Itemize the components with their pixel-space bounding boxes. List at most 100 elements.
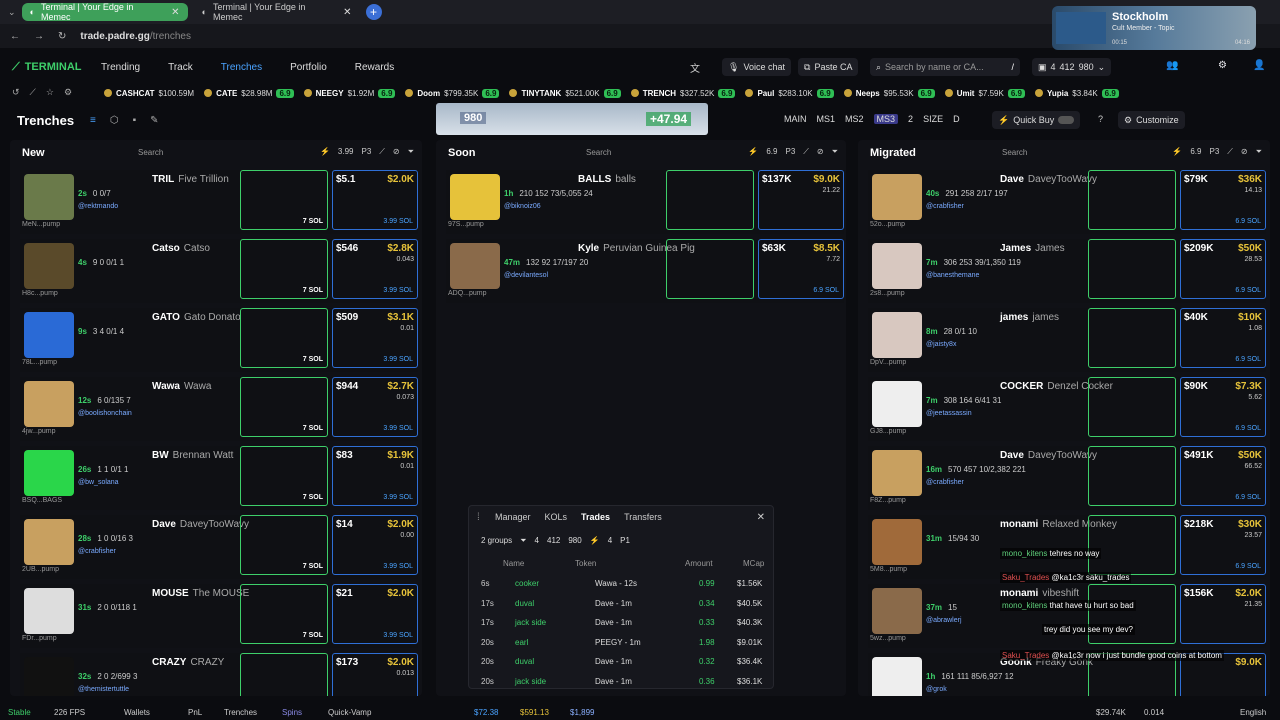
token-avatar[interactable] xyxy=(24,381,74,427)
token-avatar[interactable] xyxy=(872,312,922,358)
token-name[interactable]: Dave DaveyTooWavy xyxy=(1000,174,1097,185)
column-search-input[interactable]: Search xyxy=(138,148,163,157)
tab-manager[interactable]: Manager xyxy=(495,512,531,522)
new-tab-button[interactable]: + xyxy=(365,4,382,20)
token-name[interactable]: TRIL Five Trillion xyxy=(152,174,229,185)
token-card[interactable]: 78L...pump GATO Gato Donato 9s 3 4 0/1 4 7 SO… xyxy=(20,308,418,372)
quick-buy-amount[interactable]: 6.9 SOL xyxy=(1235,494,1261,501)
tab-kols[interactable]: KOLs xyxy=(545,512,568,522)
ticker-item[interactable]: Paul $283.10K 6.9 xyxy=(745,88,834,98)
mute-icon[interactable]: ⊘ xyxy=(393,147,400,157)
token-card[interactable]: 97S...pump BALLS balls 1h 210 152 73/5,055 2… xyxy=(446,170,844,234)
trade-token[interactable]: Dave - 1m xyxy=(595,599,632,608)
buy-box[interactable]: 7 SOL xyxy=(240,515,328,575)
preset-main[interactable]: MAIN xyxy=(784,114,807,124)
search-input[interactable]: ⌕ Search by name or CA... / xyxy=(870,58,1020,76)
list-view-icon[interactable]: ≡ xyxy=(90,115,96,126)
ticker-item[interactable]: Umit $7.59K 6.9 xyxy=(944,88,1025,98)
preset-select[interactable]: P1 xyxy=(620,536,630,546)
token-avatar[interactable] xyxy=(24,174,74,220)
token-name[interactable]: Wawa Wawa xyxy=(152,381,211,392)
translate-icon[interactable]: 文 xyxy=(690,60,700,75)
filter-icon[interactable]: ⏷ xyxy=(832,147,838,157)
back-icon[interactable]: ← xyxy=(10,31,20,42)
close-icon[interactable]: ✕ xyxy=(343,7,351,18)
token-avatar[interactable] xyxy=(872,174,922,220)
token-name[interactable]: Catso Catso xyxy=(152,243,210,254)
profile-icon[interactable]: 👤 xyxy=(1253,60,1265,71)
help-icon[interactable]: ? xyxy=(1098,114,1103,124)
token-card[interactable]: MeN...pump TRIL Five Trillion 2s 0 0/7 @rektm… xyxy=(20,170,418,234)
browser-tab[interactable]: ◐ Terminal | Your Edge in Memec ✕ xyxy=(194,2,360,22)
trade-row[interactable]: 20s duval Dave - 1m 0.32 $36.4K xyxy=(481,653,767,672)
trader-name[interactable]: duval xyxy=(515,657,534,666)
logo[interactable]: ⟋ TERMINAL xyxy=(12,61,82,74)
token-avatar[interactable] xyxy=(872,381,922,427)
nav-portfolio[interactable]: Portfolio xyxy=(290,62,327,73)
dev-handle[interactable]: @banesthemane xyxy=(926,272,979,279)
chart-icon[interactable]: ⟋ xyxy=(379,147,385,157)
gear-icon[interactable]: ⚙ xyxy=(1218,60,1227,71)
token-avatar[interactable] xyxy=(872,657,922,696)
token-avatar[interactable] xyxy=(24,312,74,358)
token-avatar[interactable] xyxy=(872,519,922,565)
browser-tab-active[interactable]: ◐ Terminal | Your Edge in Memec ✕ xyxy=(21,2,188,22)
bolt-icon[interactable]: ⚡ xyxy=(590,536,600,546)
voice-chat-button[interactable]: 🎙 Voice chat xyxy=(722,58,791,76)
bolt-icon[interactable]: ⚡ xyxy=(748,147,758,157)
token-avatar[interactable] xyxy=(872,243,922,289)
dev-handle[interactable]: @grok xyxy=(926,686,947,693)
trade-row[interactable]: 17s jack side Dave - 1m 0.33 $40.3K xyxy=(481,614,767,633)
trader-name[interactable]: jack side xyxy=(515,677,546,686)
friends-icon[interactable]: 👥 xyxy=(1166,60,1178,71)
dev-handle[interactable]: @bw_solana xyxy=(78,479,119,486)
column-preset[interactable]: P3 xyxy=(1209,147,1219,157)
nav-track[interactable]: Track xyxy=(168,62,193,73)
token-card[interactable]: DpV...pump james james 8m 28 0/1 10 @jaisty8x… xyxy=(868,308,1266,372)
quick-buy-amount[interactable]: 6.9 SOL xyxy=(1235,563,1261,570)
trade-row[interactable]: 20s jack side Dave - 1m 0.36 $36.1K xyxy=(481,673,767,692)
token-avatar[interactable] xyxy=(450,174,500,220)
buy-box[interactable]: 7 SOL xyxy=(240,584,328,644)
nav-trending[interactable]: Trending xyxy=(101,62,140,73)
buy-box[interactable] xyxy=(1088,239,1176,299)
trade-token[interactable]: Dave - 1m xyxy=(595,657,632,666)
quick-buy-amount[interactable]: 6.9 SOL xyxy=(1235,287,1261,294)
trade-token[interactable]: PEEGY - 1m xyxy=(595,638,641,647)
token-name[interactable]: CRAZY CRAZY xyxy=(152,657,224,668)
token-name[interactable]: GATO Gato Donato xyxy=(152,312,241,323)
buy-box[interactable] xyxy=(1088,308,1176,368)
column-preset[interactable]: P3 xyxy=(361,147,371,157)
trader-name[interactable]: cooker xyxy=(515,579,539,588)
trader-name[interactable]: duval xyxy=(515,599,534,608)
token-card[interactable]: GJ8...pump COCKER Denzel Cocker 7m 308 164 6… xyxy=(868,377,1266,441)
trade-row[interactable]: 20s earl PEEGY - 1m 1.98 $9.01K xyxy=(481,634,767,653)
dev-handle[interactable]: @abrawlerj xyxy=(926,617,962,624)
buy-box[interactable] xyxy=(1088,170,1176,230)
square-icon[interactable]: ▪ xyxy=(133,115,137,126)
token-card[interactable]: BSQ...BAGS BW Brennan Watt 26s 1 1 0/1 1 @bw_… xyxy=(20,446,418,510)
mute-icon[interactable]: ⊘ xyxy=(1241,147,1248,157)
token-avatar[interactable] xyxy=(24,657,74,696)
token-avatar[interactable] xyxy=(24,243,74,289)
ticker-item[interactable]: CATE $28.98M 6.9 xyxy=(204,88,294,98)
bolt-icon[interactable]: ⚡ xyxy=(1172,147,1182,157)
preset-ms3[interactable]: MS3 xyxy=(873,114,899,124)
pencil-icon[interactable]: ✎ xyxy=(150,115,158,126)
language-select[interactable]: English xyxy=(1240,708,1266,717)
token-card[interactable]: F8Z...pump Dave DaveyTooWavy 16m 570 457 10/… xyxy=(868,446,1266,510)
status-wallets[interactable]: Wallets xyxy=(124,708,150,717)
quick-buy-amount[interactable]: 6.9 SOL xyxy=(1235,425,1261,432)
status-spins[interactable]: Spins xyxy=(282,708,302,717)
dev-handle[interactable]: @devilantesol xyxy=(504,272,548,279)
dev-handle[interactable]: @crabfisher xyxy=(926,203,964,210)
token-avatar[interactable] xyxy=(24,450,74,496)
token-card[interactable]: FDr...pump MOUSE The MOUSE 31s 2 0 0/118 1 7 … xyxy=(20,584,418,648)
toggle-switch[interactable] xyxy=(1058,116,1075,124)
filter-icon[interactable]: ⏷ xyxy=(1256,147,1262,157)
column-search-input[interactable]: Search xyxy=(1002,148,1027,157)
ticker-item[interactable]: TINYTANK $521.00K 6.9 xyxy=(509,88,621,98)
buy-box[interactable]: 7 SOL xyxy=(240,446,328,506)
quick-buy-amount[interactable]: 3.99 SOL xyxy=(383,356,413,363)
trader-name[interactable]: earl xyxy=(515,638,528,647)
